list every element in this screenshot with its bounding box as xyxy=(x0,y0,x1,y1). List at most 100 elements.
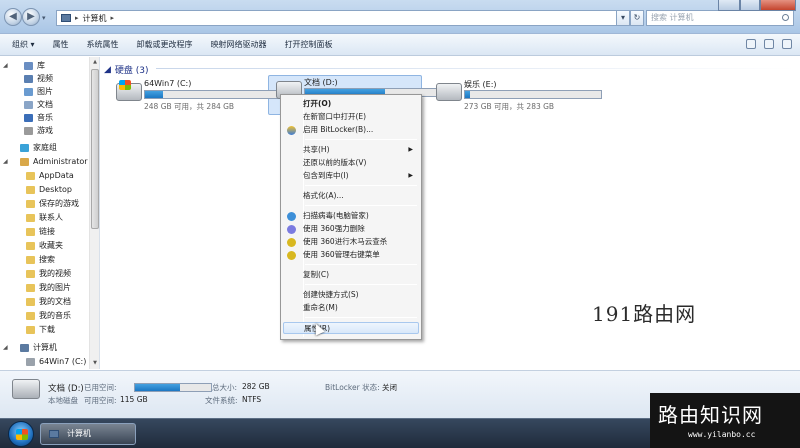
details-free-value: 115 GB xyxy=(120,395,148,404)
group-header[interactable]: ◢ 硬盘 (3) xyxy=(104,63,149,77)
details-type: 本地磁盘 xyxy=(48,396,78,405)
computer-icon xyxy=(20,343,29,352)
context-menu-item[interactable]: 重命名(M) xyxy=(283,302,419,314)
context-menu-label: 重命名(M) xyxy=(303,303,338,312)
toolbar-item[interactable]: 打开控制面板 xyxy=(285,39,345,50)
sidebar-item[interactable]: 64Win7 (C:) xyxy=(26,355,86,368)
sidebar-item-label: 视频 xyxy=(37,74,53,83)
command-bar: 组织 ▾ 属性 系统属性 卸载或更改程序 映射网络驱动器 打开控制面板 xyxy=(0,34,800,56)
sidebar-item[interactable]: 收藏夹 xyxy=(26,239,63,252)
sidebar-item-label: 我的视频 xyxy=(39,269,71,278)
hard-drive-icon xyxy=(436,83,462,101)
toolbar-item[interactable]: 卸载或更改程序 xyxy=(137,39,205,50)
toolbar-item[interactable]: 属性 xyxy=(53,39,81,50)
toolbar-item[interactable]: 组织 ▾ xyxy=(12,39,47,50)
sidebar-item[interactable]: 家庭组 xyxy=(20,141,57,154)
help-icon[interactable] xyxy=(782,39,792,49)
context-menu-item[interactable]: 共享(H) ▶ xyxy=(283,144,419,156)
address-dropdown-icon[interactable]: ▾ xyxy=(616,10,630,26)
sidebar-item[interactable]: 我的视频 xyxy=(26,267,71,280)
context-menu-item[interactable]: 使用 360管理右键菜单 xyxy=(283,249,419,261)
breadcrumb-computer[interactable]: 计算机 xyxy=(83,13,107,24)
context-menu-item[interactable]: 格式化(A)... xyxy=(283,190,419,202)
search-icon[interactable] xyxy=(782,14,789,21)
context-menu-item[interactable]: 包含到库中(I) ▶ xyxy=(283,170,419,182)
expand-icon[interactable]: ◢ xyxy=(3,341,8,354)
view-options-icon[interactable] xyxy=(746,39,756,49)
drive-tile[interactable]: 64Win7 (C:) 248 GB 可用，共 284 GB xyxy=(110,79,290,115)
context-menu-item[interactable]: 扫描病毒(电脑管家) xyxy=(283,210,419,222)
forward-button[interactable]: ▶ xyxy=(22,8,40,26)
history-dropdown-icon[interactable]: ▾ xyxy=(42,14,46,22)
maximize-button[interactable] xyxy=(740,0,760,11)
drive-capacity: 273 GB 可用，共 283 GB xyxy=(464,102,555,111)
context-menu-item[interactable]: 属性(R) xyxy=(283,322,419,334)
context-menu-item[interactable]: 复制(C) xyxy=(283,269,419,281)
taskbar-computer-button[interactable]: 计算机 xyxy=(40,423,136,445)
refresh-button[interactable]: ↻ xyxy=(630,10,644,26)
sidebar-item-label: 联系人 xyxy=(39,213,63,222)
sidebar-item-label: 音乐 xyxy=(37,113,53,122)
sidebar-item-label: 库 xyxy=(37,61,45,70)
sidebar-item[interactable]: 我的图片 xyxy=(26,281,71,294)
context-menu-item[interactable]: 创建快捷方式(S) xyxy=(283,289,419,301)
toolbar-item[interactable]: 系统属性 xyxy=(87,39,131,50)
sidebar-item[interactable]: 搜索 xyxy=(26,253,55,266)
drive-tile[interactable]: 娱乐 (E:) 273 GB 可用，共 283 GB xyxy=(430,79,610,115)
watermark-title: 路由知识网 xyxy=(658,403,763,427)
sidebar-item[interactable]: 保存的游戏 xyxy=(26,197,79,210)
drive-icon xyxy=(26,357,35,366)
sidebar-item[interactable]: 图片 xyxy=(24,85,53,98)
context-menu-label: 包含到库中(I) xyxy=(303,171,349,180)
sidebar-item[interactable]: 计算机 xyxy=(20,341,57,354)
sidebar-item[interactable]: 联系人 xyxy=(26,211,63,224)
scroll-up-icon[interactable]: ▲ xyxy=(91,58,99,66)
search-input[interactable]: 搜索 计算机 xyxy=(646,10,794,26)
details-bitlocker-value: 关闭 xyxy=(382,383,397,392)
sidebar-item[interactable]: 文档 (D:) xyxy=(26,368,73,369)
hard-drive-icon xyxy=(116,80,142,101)
sidebar-item[interactable]: AppData xyxy=(26,169,74,182)
address-bar[interactable]: ▸ 计算机 ▸ xyxy=(56,10,641,26)
sidebar-item[interactable]: 视频 xyxy=(24,72,53,85)
watermark-box: 路由知识网 www.yilanbo.cc xyxy=(650,393,800,448)
sidebar-item[interactable]: 我的音乐 xyxy=(26,309,71,322)
context-menu-item[interactable]: 打开(O) xyxy=(283,98,419,110)
expand-icon[interactable]: ◢ xyxy=(3,59,8,72)
close-button[interactable] xyxy=(760,0,796,11)
shield-icon xyxy=(287,126,296,135)
sidebar-item[interactable]: 我的文档 xyxy=(26,295,71,308)
sidebar-item[interactable]: 下载 xyxy=(26,323,55,336)
context-menu-item[interactable]: 使用 360进行木马云查杀 xyxy=(283,236,419,248)
breadcrumb-chevron-icon[interactable]: ▸ xyxy=(111,14,115,22)
expand-icon[interactable]: ◢ xyxy=(3,155,8,168)
sidebar-item[interactable]: 库 xyxy=(24,59,45,72)
scroll-down-icon[interactable]: ▼ xyxy=(91,359,99,367)
context-menu-item[interactable]: 还原以前的版本(V) xyxy=(283,157,419,169)
sidebar-item[interactable]: 链接 xyxy=(26,225,55,238)
drive-name: 64Win7 (C:) xyxy=(144,79,192,88)
preview-pane-icon[interactable] xyxy=(764,39,774,49)
context-menu-label: 打开(O) xyxy=(303,99,332,108)
breadcrumb-chevron-icon[interactable]: ▸ xyxy=(75,14,79,22)
sidebar-item[interactable]: Administrator xyxy=(20,155,88,168)
sidebar-item[interactable]: 文档 xyxy=(24,98,53,111)
menu-separator xyxy=(305,284,417,285)
minimize-button[interactable] xyxy=(718,0,740,11)
toolbar-item[interactable]: 映射网络驱动器 xyxy=(211,39,279,50)
sidebar-item[interactable]: Desktop xyxy=(26,183,72,196)
context-menu-label: 复制(C) xyxy=(303,270,330,279)
start-button[interactable] xyxy=(8,421,34,447)
context-menu-item[interactable]: 启用 BitLocker(B)... xyxy=(283,124,419,136)
sidebar-item[interactable]: 音乐 xyxy=(24,111,53,124)
sidebar-item[interactable]: 游戏 xyxy=(24,124,53,137)
back-button[interactable]: ◀ xyxy=(4,8,22,26)
folder-icon xyxy=(26,325,35,334)
context-menu-item[interactable]: 在新窗口中打开(E) xyxy=(283,111,419,123)
sidebar-scrollbar[interactable]: ▲ ▼ xyxy=(89,57,99,369)
scroll-thumb[interactable] xyxy=(91,69,99,229)
document-icon xyxy=(24,100,33,109)
collapse-icon[interactable]: ◢ xyxy=(104,65,111,75)
context-menu: 打开(O) 在新窗口中打开(E) 启用 BitLocker(B)... 共享(H) ▶ 还… xyxy=(280,94,422,340)
context-menu-item[interactable]: 使用 360强力删除 xyxy=(283,223,419,235)
